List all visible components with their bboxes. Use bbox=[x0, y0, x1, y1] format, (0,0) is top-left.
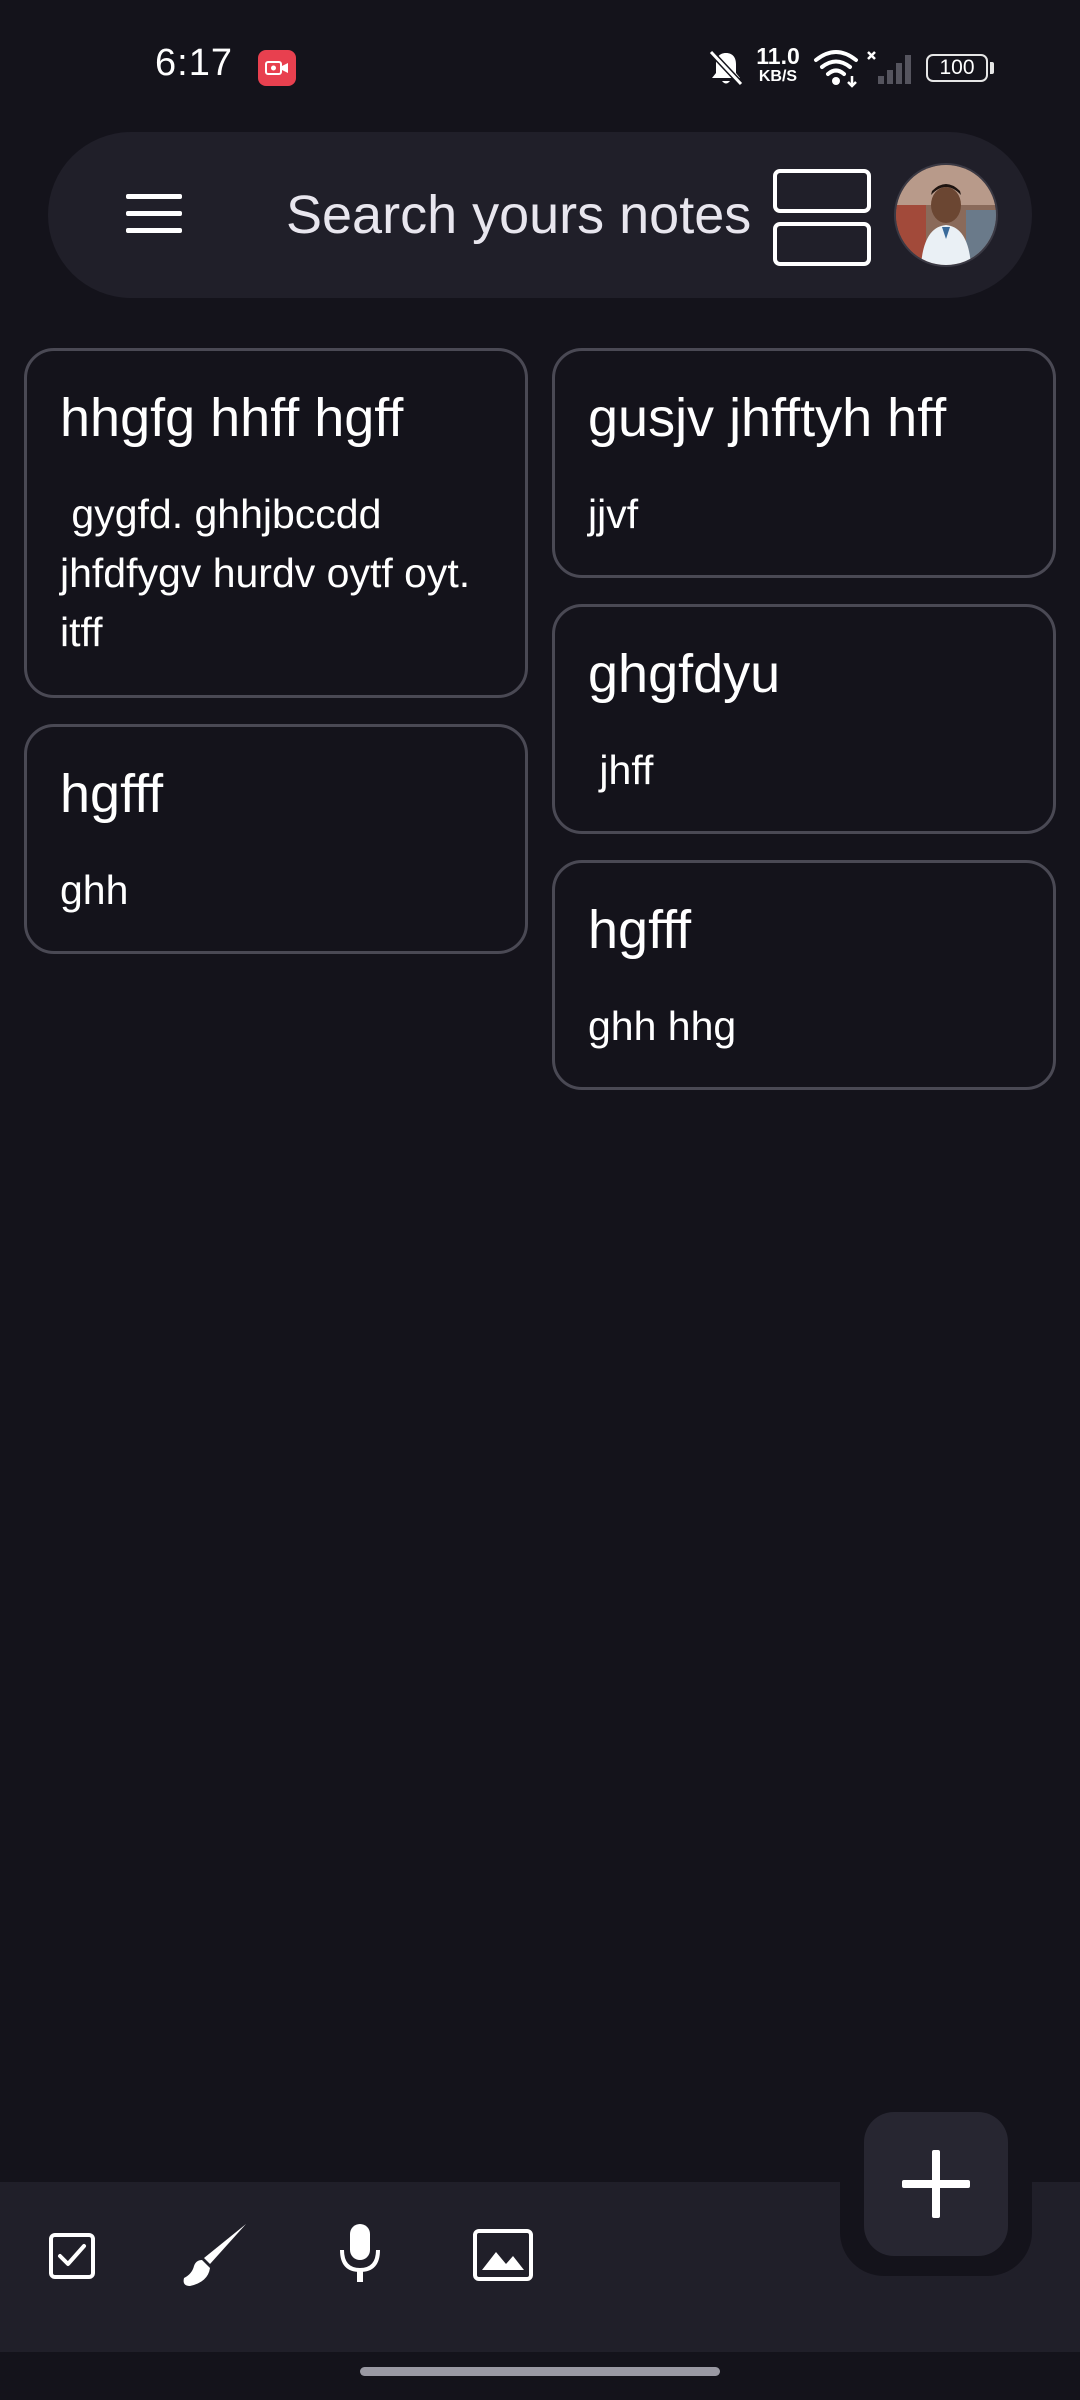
note-card[interactable]: hhgfg hhff hgff gygfd. ghhjbccdd jhfdfyg… bbox=[24, 348, 528, 698]
image-icon[interactable] bbox=[472, 2228, 534, 2287]
note-body: gygfd. ghhjbccdd jhfdfygv hurdv oytf oyt… bbox=[60, 491, 471, 655]
note-card[interactable]: hgfff ghh bbox=[24, 724, 528, 954]
plus-icon bbox=[902, 2150, 970, 2218]
note-card[interactable]: ghgfdyu jhff bbox=[552, 604, 1056, 834]
bell-muted-icon bbox=[707, 48, 745, 93]
wifi-icon bbox=[812, 48, 860, 93]
checkbox-icon[interactable] bbox=[48, 2230, 96, 2285]
brush-icon[interactable] bbox=[180, 2220, 250, 2295]
note-body: ghh hhg bbox=[588, 1003, 737, 1049]
screen-record-icon bbox=[258, 50, 296, 86]
battery-indicator: 100 bbox=[926, 54, 988, 82]
network-speed-unit: KB/S bbox=[758, 68, 798, 85]
menu-icon[interactable] bbox=[126, 194, 182, 239]
network-speed-value: 11.0 bbox=[756, 43, 800, 69]
profile-avatar[interactable] bbox=[894, 163, 998, 267]
battery-tip bbox=[990, 62, 994, 74]
note-card[interactable]: gusjv jhfftyh hff jjvf bbox=[552, 348, 1056, 578]
new-note-button[interactable] bbox=[864, 2112, 1008, 2256]
status-bar: 6:17 11.0 KB/S 100 bbox=[0, 0, 1080, 130]
network-speed: 11.0 KB/S bbox=[754, 45, 802, 85]
note-body: ghh bbox=[60, 867, 129, 913]
note-card[interactable]: hgfff ghh hhg bbox=[552, 860, 1056, 1090]
note-title: hhgfg hhff hgff bbox=[60, 388, 404, 448]
notes-app-screen: 6:17 11.0 KB/S 100 Search yours notes hh… bbox=[0, 0, 1080, 2400]
list-view-toggle-icon[interactable] bbox=[772, 168, 872, 273]
cellular-signal-icon bbox=[866, 50, 914, 91]
battery-level: 100 bbox=[939, 56, 975, 79]
note-title: hgfff bbox=[60, 764, 164, 824]
microphone-icon[interactable] bbox=[336, 2222, 384, 2291]
status-time: 6:17 bbox=[155, 42, 233, 84]
search-input[interactable] bbox=[286, 182, 806, 248]
note-title: ghgfdyu bbox=[588, 644, 781, 704]
home-indicator[interactable] bbox=[360, 2367, 720, 2376]
note-title: gusjv jhfftyh hff bbox=[588, 388, 947, 448]
note-body: jhff bbox=[588, 747, 654, 793]
search-bar bbox=[48, 132, 1032, 298]
note-title: hgfff bbox=[588, 900, 692, 960]
note-body: jjvf bbox=[588, 491, 639, 537]
